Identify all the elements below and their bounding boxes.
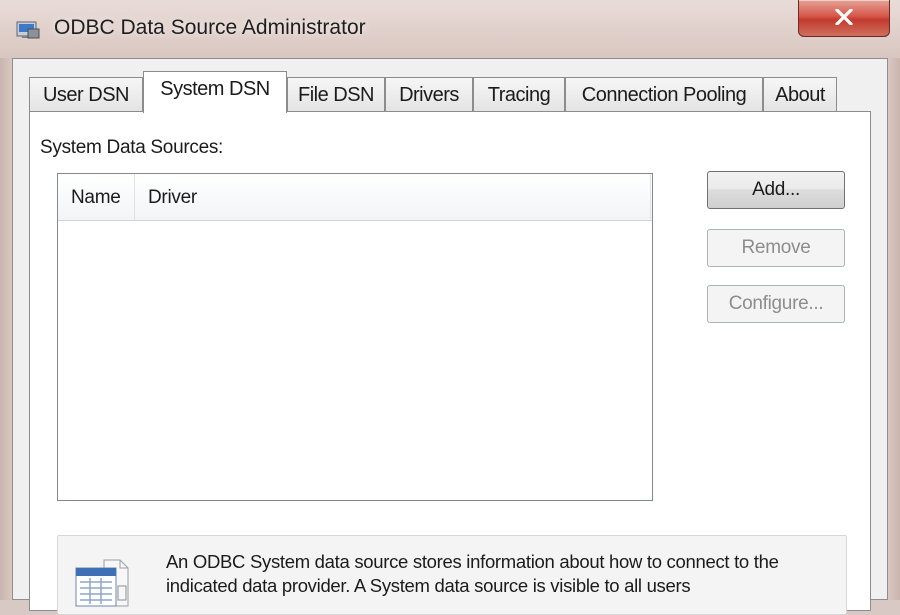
window-frame: ODBC Data Source Administrator User DSN … xyxy=(0,0,900,615)
system-data-sources-label: System Data Sources: xyxy=(40,137,224,158)
column-header-name[interactable]: Name xyxy=(71,187,121,209)
tab-system-dsn[interactable]: System DSN xyxy=(143,71,287,113)
data-source-icon xyxy=(74,556,134,613)
info-box: An ODBC System data source stores inform… xyxy=(57,535,847,615)
odbc-app-icon xyxy=(16,20,40,40)
info-description: An ODBC System data source stores inform… xyxy=(166,551,779,596)
window-border-right[interactable] xyxy=(888,58,900,600)
column-header-driver[interactable]: Driver xyxy=(148,187,197,209)
window-title: ODBC Data Source Administrator xyxy=(54,16,366,39)
add-button[interactable]: Add... xyxy=(707,171,845,209)
column-divider[interactable] xyxy=(650,174,651,220)
tab-about[interactable]: About xyxy=(763,77,837,111)
title-bar[interactable]: ODBC Data Source Administrator xyxy=(0,0,900,58)
dialog-client-area: User DSN System DSN File DSN Drivers Tra… xyxy=(12,58,888,615)
tab-connection-pooling[interactable]: Connection Pooling xyxy=(565,77,763,111)
tab-tracing[interactable]: Tracing xyxy=(473,77,565,111)
remove-button[interactable]: Remove xyxy=(707,229,845,267)
column-divider[interactable] xyxy=(134,174,135,220)
close-button[interactable] xyxy=(798,0,890,37)
tab-drivers[interactable]: Drivers xyxy=(385,77,473,111)
close-icon xyxy=(835,9,853,25)
tab-user-dsn[interactable]: User DSN xyxy=(29,77,143,111)
system-data-sources-list[interactable]: Name Driver xyxy=(57,173,653,501)
window-border-left[interactable] xyxy=(0,58,12,600)
list-header: Name Driver xyxy=(58,174,652,221)
tab-file-dsn[interactable]: File DSN xyxy=(287,77,385,111)
configure-button[interactable]: Configure... xyxy=(707,285,845,323)
